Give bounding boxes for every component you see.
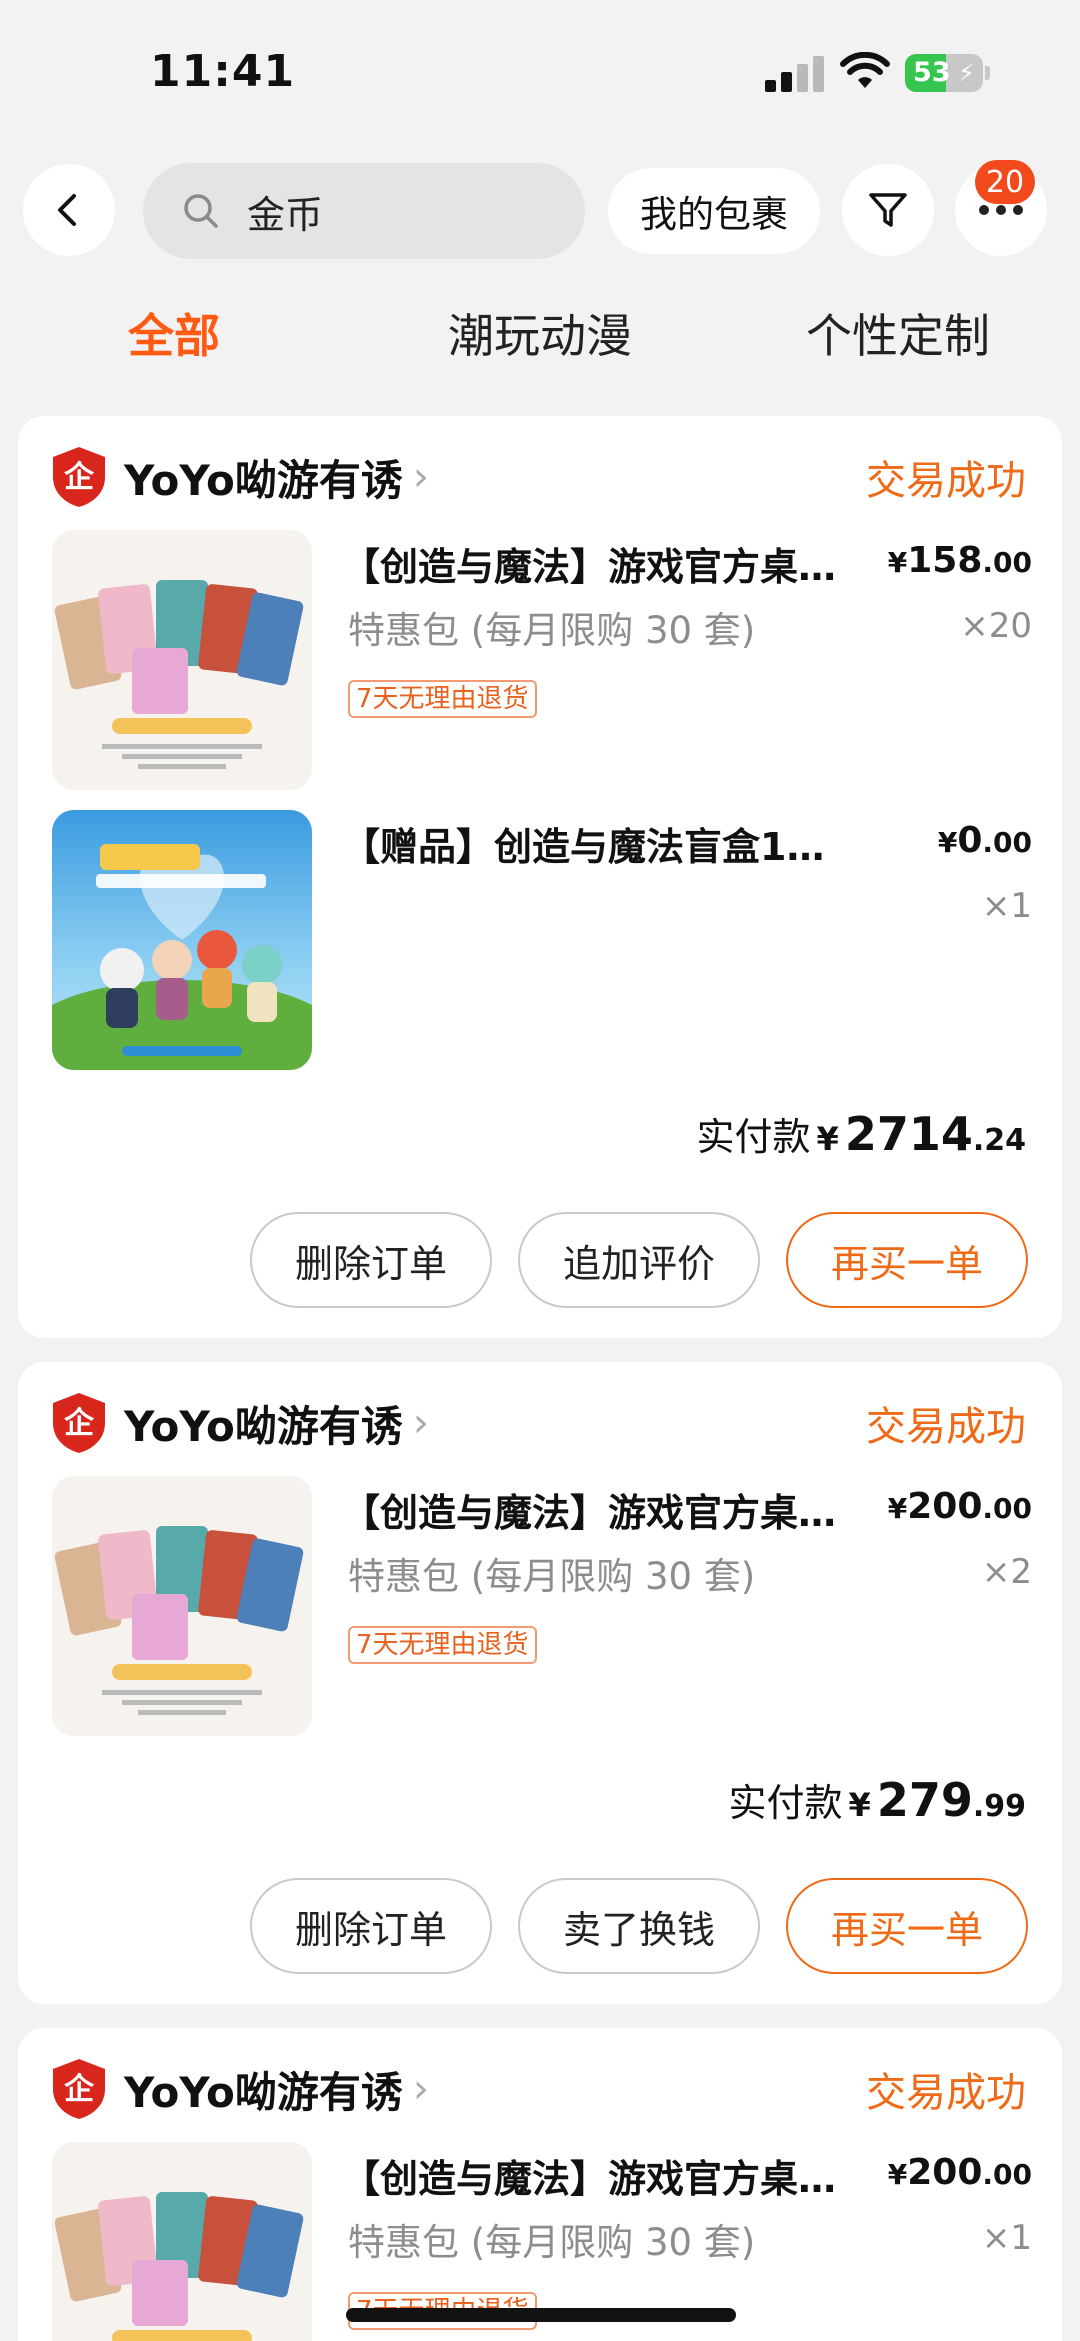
more-icon: [979, 205, 1023, 215]
search-header: 我的包裹 20: [0, 160, 1080, 260]
shop-header[interactable]: 企 YoYo呦游有诱 ›: [50, 1388, 429, 1458]
product-quantity: ×1: [981, 886, 1032, 926]
order-status: 交易成功: [866, 2070, 1026, 2116]
price-currency: ¥: [937, 826, 958, 859]
paid-currency: ¥: [848, 1786, 871, 1824]
clock: 11:41: [150, 46, 296, 97]
paid-decimal: .24: [972, 1123, 1026, 1158]
product-image: [52, 810, 312, 1070]
price-decimal: .00: [982, 546, 1032, 579]
status-bar: 11:41 53 ⚡: [0, 0, 1080, 140]
paid-integer: 279: [876, 1773, 973, 1827]
charging-icon: ⚡: [958, 59, 975, 87]
wifi-icon: [840, 52, 890, 88]
filter-icon: [869, 193, 907, 227]
order-card[interactable]: 企 YoYo呦游有诱 › 交易成功 【创造与魔法】游戏官方桌面卡牌 特惠包 (每…: [18, 416, 1062, 1338]
order-card[interactable]: 企 YoYo呦游有诱 › 交易成功 【创造与魔法】游戏官方桌面卡牌 特惠包 (每…: [18, 2028, 1062, 2341]
home-indicator[interactable]: [346, 2308, 736, 2322]
price-currency: ¥: [887, 1492, 908, 1525]
tab-all[interactable]: 全部: [128, 300, 220, 366]
search-bar[interactable]: [143, 163, 585, 259]
price-integer: 200: [907, 1486, 983, 1527]
shop-shield-icon: 企: [53, 1393, 105, 1453]
notification-badge: 20: [975, 160, 1035, 204]
shop-name: YoYo呦游有诱: [124, 455, 403, 505]
order-item[interactable]: 【赠品】创造与魔法盲盒1个（随机） ¥0.00 ×1: [52, 810, 1032, 1070]
price-currency: ¥: [887, 546, 908, 579]
product-price: ¥158.00: [888, 540, 1032, 581]
chevron-right-icon: ›: [412, 454, 429, 500]
battery-tip: [985, 66, 990, 80]
cellular-signal-icon: [765, 56, 825, 92]
product-quantity: ×20: [960, 606, 1032, 646]
battery-percent: 53: [913, 57, 951, 88]
chevron-right-icon: ›: [412, 1400, 429, 1446]
order-item[interactable]: 【创造与魔法】游戏官方桌面卡牌 特惠包 (每月限购 30 套) 7天无理由退货 …: [52, 530, 1032, 790]
tab-custom[interactable]: 个性定制: [806, 300, 990, 366]
svg-text:企: 企: [64, 460, 95, 495]
category-tabs: 全部 潮玩动漫 个性定制: [0, 300, 1080, 380]
return-policy-badge: 7天无理由退货: [348, 1626, 537, 1664]
battery-icon: 53 ⚡: [905, 54, 983, 92]
price-currency: ¥: [887, 2158, 908, 2191]
paid-currency: ¥: [816, 1120, 839, 1158]
paid-amount: 实付款 ¥2714.24: [697, 1106, 1026, 1161]
add-review-button[interactable]: 追加评价: [518, 1212, 760, 1308]
svg-text:企: 企: [64, 2072, 95, 2107]
paid-label: 实付款: [696, 1115, 811, 1159]
product-price: ¥200.00: [888, 1486, 1032, 1527]
order-status: 交易成功: [866, 1404, 1026, 1450]
product-sku: 特惠包 (每月限购 30 套): [348, 609, 756, 652]
product-image: [52, 1476, 312, 1736]
product-quantity: ×1: [981, 2218, 1032, 2258]
order-item[interactable]: 【创造与魔法】游戏官方桌面卡牌 特惠包 (每月限购 30 套) 7天无理由退货 …: [52, 1476, 1032, 1736]
product-quantity: ×2: [981, 1552, 1032, 1592]
delete-order-button[interactable]: 删除订单: [250, 1212, 492, 1308]
resell-button[interactable]: 卖了换钱: [518, 1878, 760, 1974]
product-title: 【赠品】创造与魔法盲盒1个（随机）: [342, 825, 862, 869]
product-price: ¥0.00: [938, 820, 1032, 861]
paid-amount: 实付款 ¥279.99: [729, 1772, 1026, 1827]
shop-name: YoYo呦游有诱: [124, 1401, 403, 1451]
tab-trendy-toys-anime[interactable]: 潮玩动漫: [448, 300, 632, 366]
my-packages-button[interactable]: 我的包裹: [608, 168, 820, 254]
shop-header[interactable]: 企 YoYo呦游有诱 ›: [50, 442, 429, 512]
product-sku: 特惠包 (每月限购 30 套): [348, 1555, 756, 1598]
price-decimal: .00: [982, 826, 1032, 859]
search-input[interactable]: [247, 189, 547, 233]
shop-shield-icon: 企: [53, 2059, 105, 2119]
buy-again-button[interactable]: 再买一单: [786, 1212, 1028, 1308]
product-price: ¥200.00: [888, 2152, 1032, 2193]
product-image: [52, 530, 312, 790]
shop-shield-icon: 企: [53, 447, 105, 507]
order-card[interactable]: 企 YoYo呦游有诱 › 交易成功 【创造与魔法】游戏官方桌面卡牌 特惠包 (每…: [18, 1362, 1062, 2004]
return-policy-badge: 7天无理由退货: [348, 680, 537, 718]
product-title: 【创造与魔法】游戏官方桌面卡牌: [342, 2157, 862, 2201]
price-integer: 0: [957, 820, 983, 861]
product-image: [52, 2142, 312, 2341]
shop-name: YoYo呦游有诱: [124, 2067, 403, 2117]
paid-decimal: .99: [972, 1789, 1026, 1824]
chevron-right-icon: ›: [412, 2066, 429, 2112]
svg-text:企: 企: [64, 1406, 95, 1441]
price-decimal: .00: [982, 1492, 1032, 1525]
search-icon: [184, 194, 218, 228]
filter-button[interactable]: [842, 164, 934, 256]
paid-integer: 2714: [844, 1107, 973, 1161]
price-integer: 158: [907, 540, 983, 581]
product-title: 【创造与魔法】游戏官方桌面卡牌: [342, 545, 862, 589]
buy-again-button[interactable]: 再买一单: [786, 1878, 1028, 1974]
order-status: 交易成功: [866, 458, 1026, 504]
paid-label: 实付款: [728, 1781, 843, 1825]
back-icon: [58, 194, 76, 226]
price-integer: 200: [907, 2152, 983, 2193]
delete-order-button[interactable]: 删除订单: [250, 1878, 492, 1974]
back-button[interactable]: [23, 164, 115, 256]
product-sku: 特惠包 (每月限购 30 套): [348, 2221, 756, 2264]
product-title: 【创造与魔法】游戏官方桌面卡牌: [342, 1491, 862, 1535]
shop-header[interactable]: 企 YoYo呦游有诱 ›: [50, 2054, 429, 2124]
price-decimal: .00: [982, 2158, 1032, 2191]
